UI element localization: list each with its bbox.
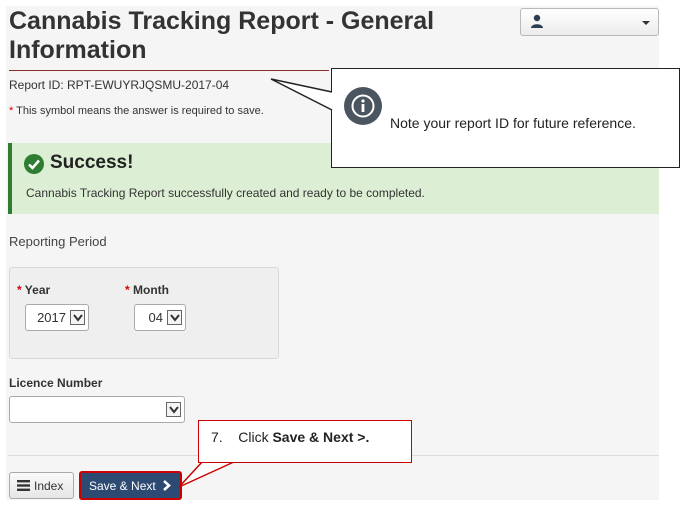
required-note-text: This symbol means the answer is required… (16, 105, 264, 117)
page-title: Cannabis Tracking Report - General Infor… (9, 7, 435, 64)
index-button[interactable]: Index (9, 472, 74, 499)
required-note: * This symbol means the answer is requir… (9, 105, 264, 117)
year-select[interactable]: 2017 (25, 304, 89, 331)
step-instruction-callout: 7. Click Save & Next >. (198, 420, 412, 463)
licence-number-label: Licence Number (9, 376, 103, 390)
year-label: * Year (17, 283, 51, 297)
reporting-period-panel: * Year 2017 * Month 04 (9, 267, 279, 359)
report-id: Report ID: RPT-EWUYRJQSMU-2017-04 (9, 78, 230, 92)
user-icon (531, 14, 543, 28)
chevron-right-icon (163, 480, 171, 491)
chevron-down-icon (166, 402, 181, 417)
report-id-callout: Note your report ID for future reference… (331, 68, 680, 168)
save-next-button[interactable]: Save & Next (79, 471, 182, 500)
callout-text: Note your report ID for future reference… (390, 115, 636, 131)
check-circle-icon (24, 154, 44, 174)
list-icon (17, 480, 30, 491)
required-star: * (9, 105, 14, 117)
title-divider (9, 70, 329, 71)
step-instruction-bold: Save & Next >. (272, 429, 370, 445)
success-title: Success! (50, 152, 134, 173)
reporting-period-label: Reporting Period (9, 234, 107, 249)
chevron-down-icon (70, 310, 85, 325)
chevron-down-icon (642, 21, 650, 25)
callout-pointer (270, 78, 333, 111)
chevron-down-icon (167, 310, 182, 325)
user-menu-button[interactable] (520, 8, 659, 36)
save-next-label: Save & Next (89, 479, 156, 493)
step-instruction-prefix: 7. Click (211, 429, 273, 445)
success-message: Cannabis Tracking Report successfully cr… (26, 186, 425, 200)
index-button-label: Index (34, 479, 64, 493)
licence-number-select[interactable] (9, 396, 185, 423)
month-select[interactable]: 04 (134, 304, 186, 331)
month-label: * Month (125, 283, 169, 297)
step-callout-pointer (178, 460, 237, 488)
